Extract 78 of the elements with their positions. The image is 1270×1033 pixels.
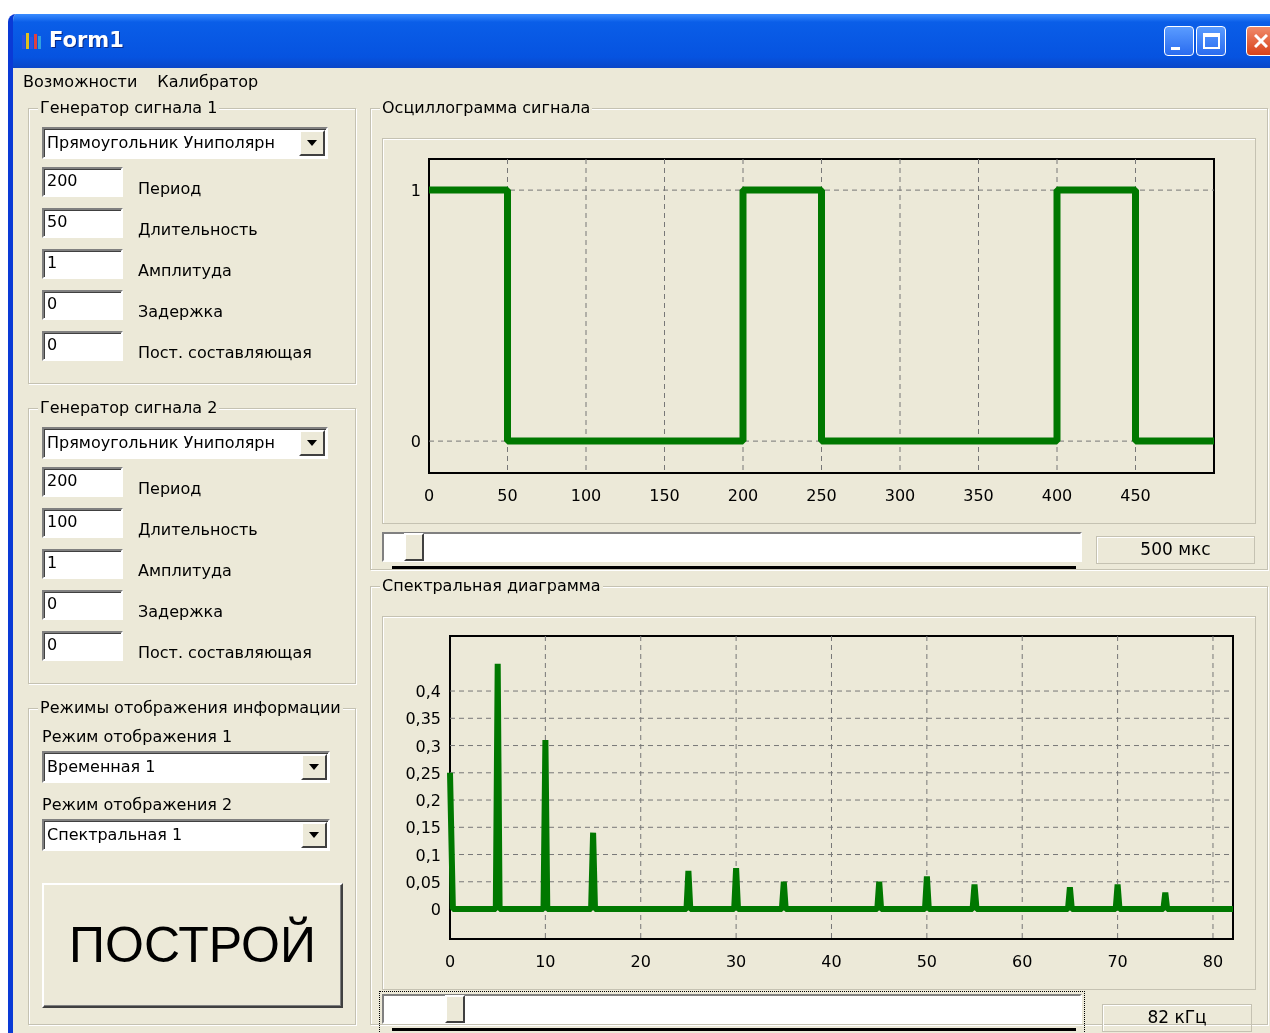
axis-tick-label: 0 [430, 900, 441, 920]
dropdown-arrow-icon [309, 764, 319, 770]
axis-tick-label: 0 [423, 486, 435, 505]
slider-thumb[interactable] [404, 533, 425, 561]
value-readout: 500 мкс [1096, 536, 1255, 564]
input-field[interactable]: 0 [42, 331, 123, 361]
axis-tick-label: 200 [727, 486, 759, 505]
field-label: Период [138, 178, 202, 200]
field-label: Амплитуда [138, 260, 232, 282]
field-label: Задержка [138, 301, 223, 323]
field-label: Пост. составляющая [138, 642, 312, 664]
dropdown-arrow-icon [309, 832, 319, 838]
input-field[interactable]: 100 [42, 508, 123, 538]
close-button[interactable] [1246, 26, 1270, 56]
dropdown[interactable]: Временная 1 [42, 751, 330, 783]
slider-thumb[interactable] [444, 995, 465, 1023]
axis-tick-label: 40 [821, 952, 842, 971]
menu-item[interactable]: Возможности [23, 69, 138, 94]
input-field[interactable]: 0 [42, 290, 123, 320]
axis-tick-label: 50 [916, 952, 938, 971]
input-field[interactable]: 0 [42, 631, 123, 661]
axis-tick-label: 100 [570, 486, 602, 505]
axis-tick-label: 450 [1120, 486, 1151, 505]
menu-item[interactable]: Калибратор [157, 69, 259, 94]
axis-tick-label: 0,2 [415, 791, 441, 811]
axis-tick-label: 30 [725, 952, 747, 971]
input-field[interactable]: 200 [42, 467, 123, 497]
window-title: Form1 [49, 27, 124, 55]
value-readout: 82 кГц [1102, 1004, 1252, 1032]
input-field[interactable]: 50 [42, 208, 123, 238]
axis-tick-label: 0 [444, 952, 456, 971]
axis-tick-label: 400 [1041, 486, 1073, 505]
input-field[interactable]: 200 [42, 167, 123, 197]
group-title: Режимы отображения информации [38, 697, 343, 719]
build-button[interactable]: ПОСТРОЙ [42, 883, 343, 1008]
dropdown-arrow-icon [307, 440, 317, 446]
field-label: Длительность [138, 519, 258, 541]
axis-tick-label: 1 [410, 181, 421, 201]
axis-tick-label: 50 [497, 486, 518, 505]
dropdown-arrow-icon [307, 140, 317, 146]
minimize-icon [1170, 46, 1180, 50]
axis-tick-label: 250 [806, 486, 837, 505]
axis-tick-label: 70 [1107, 952, 1128, 971]
axis-tick-label: 0,05 [405, 872, 441, 892]
axis-tick-label: 60 [1012, 952, 1033, 971]
axis-tick-label: 20 [630, 952, 651, 971]
axis-tick-label: 350 [963, 486, 994, 505]
app-icon [21, 31, 43, 51]
axis-tick-label: 150 [649, 486, 680, 505]
axis-tick-label: 10 [535, 952, 556, 971]
field-label: Длительность [138, 219, 258, 241]
field-label: Пост. составляющая [138, 342, 312, 364]
axis-tick-label: 0,3 [415, 736, 441, 756]
axis-tick-label: 0,35 [405, 709, 441, 729]
dropdown[interactable]: Спектральная 1 [42, 819, 330, 851]
axis-tick-label: 300 [884, 486, 916, 505]
field-label: Период [138, 478, 202, 500]
axis-tick-label: 0,1 [415, 845, 441, 865]
input-field[interactable]: 1 [42, 249, 123, 279]
dropdown[interactable]: Прямоугольник Униполярн [42, 127, 328, 159]
axis-tick-label: 0 [410, 432, 421, 452]
dropdown[interactable]: Прямоугольник Униполярн [42, 427, 328, 459]
field-label: Амплитуда [138, 560, 232, 582]
slider[interactable] [382, 994, 1082, 1024]
close-icon [1254, 34, 1268, 48]
minimize-button[interactable] [1164, 26, 1194, 56]
axis-tick-label: 0,15 [405, 818, 441, 838]
axis-tick-label: 0,4 [415, 682, 441, 702]
input-field[interactable]: 1 [42, 549, 123, 579]
field-label: Режим отображения 2 [42, 794, 234, 816]
slider[interactable] [382, 532, 1082, 562]
field-label: Задержка [138, 601, 223, 623]
maximize-button[interactable] [1196, 26, 1226, 56]
maximize-icon [1202, 33, 1220, 49]
input-field[interactable]: 0 [42, 590, 123, 620]
axis-tick-label: 80 [1202, 952, 1224, 971]
field-label: Режим отображения 1 [42, 726, 234, 748]
axis-tick-label: 0,25 [405, 763, 441, 783]
